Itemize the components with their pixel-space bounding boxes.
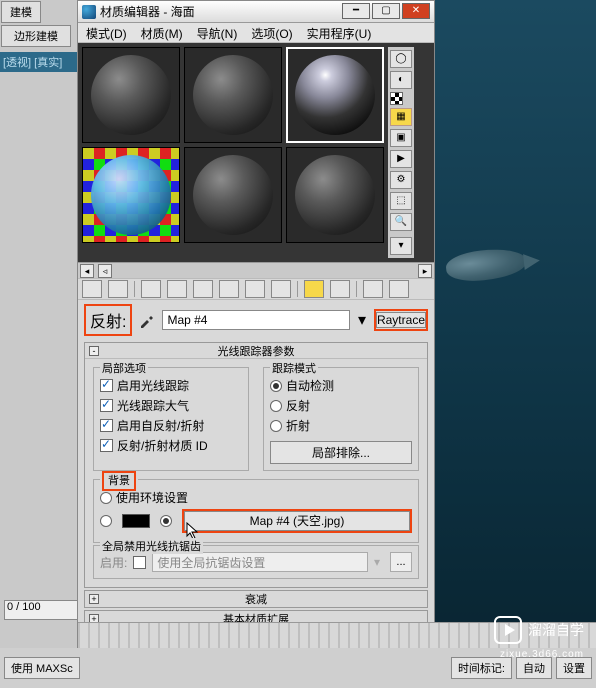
sample-slot-6[interactable]	[286, 147, 384, 243]
sample-tools: ◯ ◐ ▦ ▣ ▶ ⚙ ⬚ 🔍 ▾	[388, 47, 414, 258]
chk-self-reflect[interactable]	[100, 419, 113, 432]
scroll-right-icon[interactable]: ▸	[418, 264, 432, 278]
status-maxscript[interactable]: 使用 MAXSc	[4, 657, 80, 679]
watermark-site: zixue.3d66.com	[500, 649, 584, 660]
go-forward-icon[interactable]	[389, 280, 409, 298]
frame-ruler: 0 / 100	[4, 600, 78, 620]
make-unique-icon[interactable]	[219, 280, 239, 298]
sample-slot-5[interactable]	[184, 147, 282, 243]
make-copy-icon[interactable]	[193, 280, 213, 298]
menu-navigate[interactable]: 导航(N)	[197, 25, 238, 40]
material-editor-window: 材质编辑器 - 海面 ━ ▢ ✕ 模式(D) 材质(M) 导航(N) 选项(O)…	[77, 0, 435, 688]
aa-more-button[interactable]: ...	[390, 552, 412, 572]
scroll-left-icon[interactable]: ◂	[80, 264, 94, 278]
material-toolbar	[78, 278, 434, 300]
app-icon	[82, 5, 96, 19]
rad-map[interactable]	[160, 515, 172, 527]
channel-label: 反射:	[84, 304, 132, 336]
rad-color[interactable]	[100, 515, 112, 527]
make-preview-icon[interactable]: ▶	[390, 150, 412, 168]
menu-options[interactable]: 选项(O)	[251, 25, 292, 40]
viewport-label: [透视] [真实]	[0, 52, 78, 72]
show-end-icon[interactable]	[330, 280, 350, 298]
map-name-input[interactable]	[162, 310, 350, 330]
sample-scroll: ◂ ◃ ▸	[78, 262, 434, 278]
rad-use-env[interactable]	[100, 492, 112, 504]
chk-aa-enable[interactable]	[133, 556, 146, 569]
backlight-icon[interactable]: ◐	[390, 71, 412, 89]
reset-icon[interactable]	[167, 280, 187, 298]
group-background: 背景 使用环境设置 Map #4 (天空.jpg)	[93, 479, 419, 543]
menu-mode[interactable]: 模式(D)	[86, 25, 127, 40]
aa-select	[152, 552, 368, 572]
map-type-button[interactable]: Raytrace	[376, 312, 426, 328]
setkey-button[interactable]: 设置	[556, 657, 592, 679]
left-panel: 建模 边形建模 [透视] [真实]	[0, 0, 78, 688]
sample-slot-1[interactable]	[82, 47, 180, 143]
local-exclude-button[interactable]: 局部排除...	[270, 441, 412, 464]
menubar: 模式(D) 材质(M) 导航(N) 选项(O) 实用程序(U)	[78, 23, 434, 43]
rollup-head-falloff[interactable]: +衰减	[85, 591, 427, 607]
chk-enable-raytrace[interactable]	[100, 379, 113, 392]
get-material-icon[interactable]	[82, 280, 102, 298]
menu-material[interactable]: 材质(M)	[141, 25, 183, 40]
minimize-button[interactable]: ━	[342, 3, 370, 19]
menu-utilities[interactable]: 实用程序(U)	[307, 25, 372, 40]
select-by-mat-icon[interactable]: ⬚	[390, 192, 412, 210]
poly-modeling-tab[interactable]: 边形建模	[1, 25, 71, 47]
bg-color-swatch[interactable]	[122, 514, 150, 528]
group-aa: 全局禁用光线抗锯齿 启用: ▾ ...	[93, 545, 419, 579]
play-icon	[494, 616, 522, 644]
options-icon[interactable]: ⚙	[390, 171, 412, 189]
eyedropper-icon[interactable]	[138, 311, 156, 329]
rad-auto[interactable]	[270, 380, 282, 392]
bg-map-button[interactable]: Map #4 (天空.jpg)	[184, 511, 410, 531]
rollup-raytrace-params: - 光线跟踪器参数 局部选项 启用光线跟踪 光线跟踪大气 启用自反射/折射 反射…	[84, 342, 428, 588]
sample-type-icon[interactable]: ◯	[390, 50, 412, 68]
sample-slot-3[interactable]	[286, 47, 384, 143]
mat-id-icon[interactable]	[271, 280, 291, 298]
close-button[interactable]: ✕	[402, 3, 430, 19]
background-title: 背景	[102, 471, 136, 491]
sample-slot-area: ◯ ◐ ▦ ▣ ▶ ⚙ ⬚ 🔍 ▾	[78, 43, 434, 262]
background-icon[interactable]	[390, 92, 403, 105]
put-to-lib-icon[interactable]	[245, 280, 265, 298]
dropdown-icon[interactable]: ▾	[356, 310, 368, 330]
video-color-icon[interactable]: ▣	[390, 129, 412, 147]
expand-icon[interactable]: +	[89, 594, 99, 604]
window-title: 材质编辑器 - 海面	[100, 3, 195, 20]
rad-reflect[interactable]	[270, 400, 282, 412]
name-row: 反射: ▾ Raytrace	[78, 300, 434, 340]
autokey-button[interactable]: 自动	[516, 657, 552, 679]
titlebar[interactable]: 材质编辑器 - 海面 ━ ▢ ✕	[78, 1, 434, 23]
assign-icon[interactable]	[141, 280, 161, 298]
scroll-left2-icon[interactable]: ◃	[98, 264, 112, 278]
show-in-viewport-icon[interactable]	[304, 280, 324, 298]
rollup-head-raytrace[interactable]: - 光线跟踪器参数	[85, 343, 427, 359]
magnify-icon[interactable]: 🔍	[390, 213, 412, 231]
maximize-button[interactable]: ▢	[372, 3, 400, 19]
group-trace-mode: 跟踪模式 自动检测 反射 折射 局部排除...	[263, 367, 419, 471]
go-parent-icon[interactable]	[363, 280, 383, 298]
time-label: 时间标记:	[451, 657, 512, 679]
sample-slot-2[interactable]	[184, 47, 282, 143]
sample-uv-icon[interactable]: ▦	[390, 108, 412, 126]
chk-reflect-mat-id[interactable]	[100, 439, 113, 452]
aa-enable-label: 启用:	[100, 554, 127, 571]
rad-refract[interactable]	[270, 420, 282, 432]
collapse-icon[interactable]: -	[89, 346, 99, 356]
rollup-falloff: +衰减	[84, 590, 428, 608]
modeling-tab[interactable]: 建模	[1, 1, 41, 23]
chk-raytrace-atmos[interactable]	[100, 399, 113, 412]
aa-dropdown-icon: ▾	[374, 555, 384, 569]
put-to-scene-icon[interactable]	[108, 280, 128, 298]
watermark: 溜溜自学	[494, 616, 584, 644]
scroll-down-icon[interactable]: ▾	[390, 237, 412, 255]
group-local-options: 局部选项 启用光线跟踪 光线跟踪大气 启用自反射/折射 反射/折射材质 ID	[93, 367, 249, 471]
sample-slot-4[interactable]	[82, 147, 180, 243]
